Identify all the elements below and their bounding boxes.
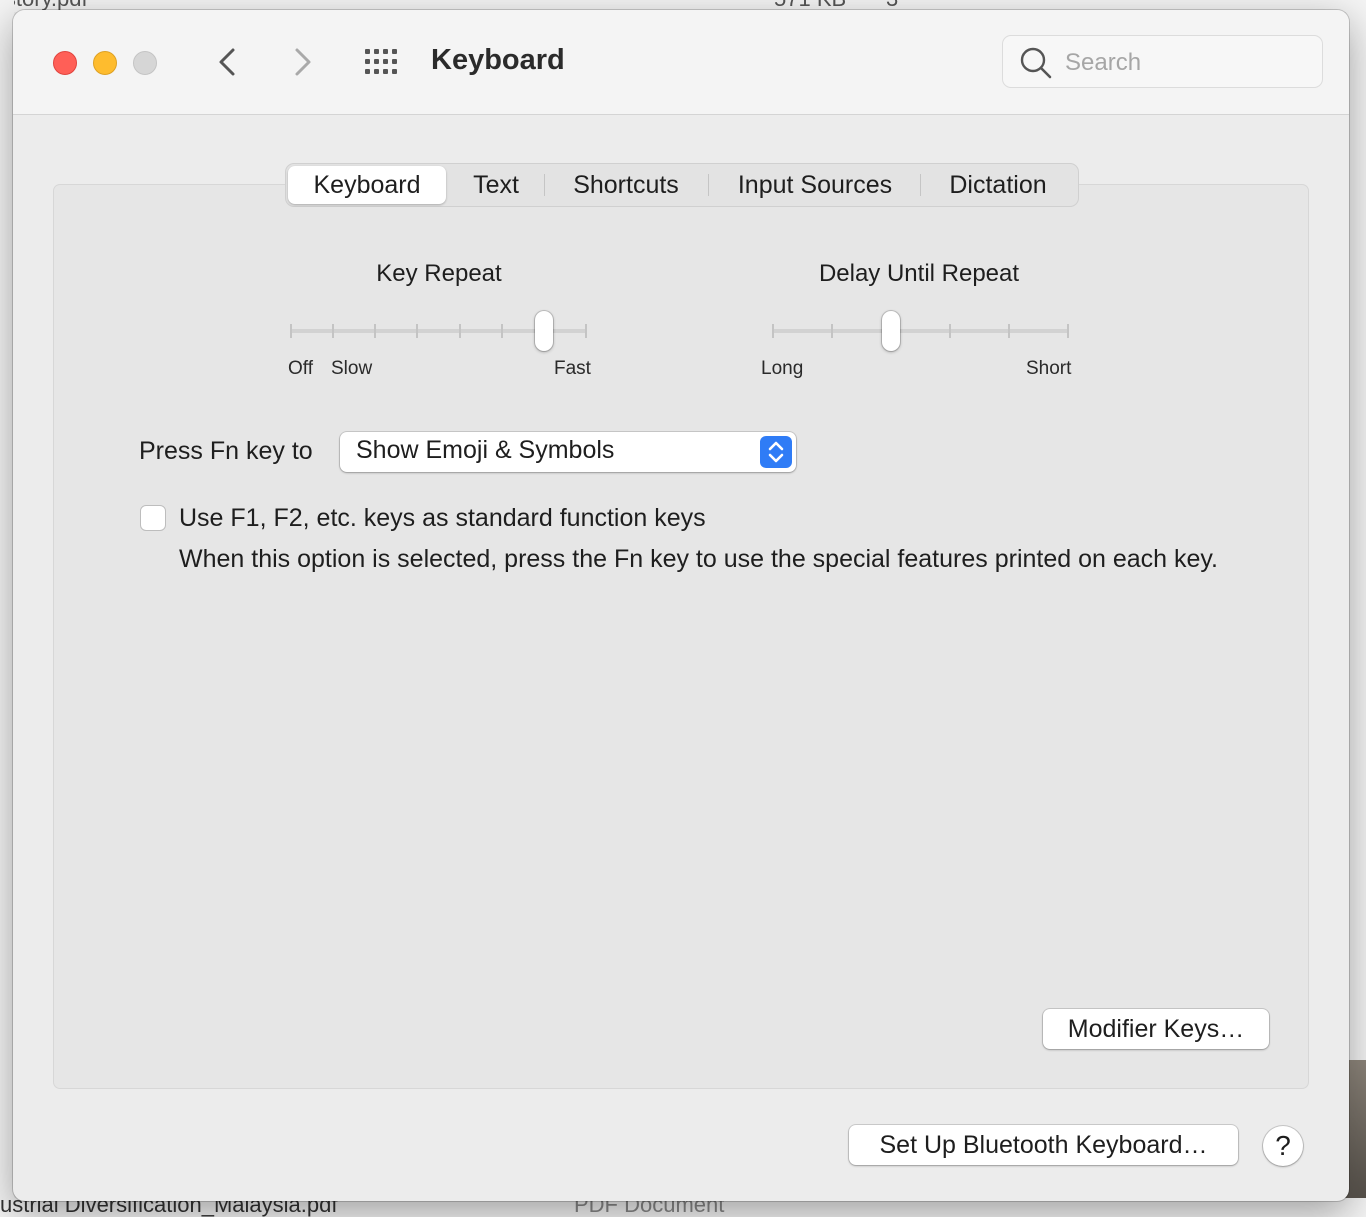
slider-knob[interactable] [882, 311, 900, 351]
close-button[interactable] [53, 51, 77, 75]
keyboard-settings-panel [53, 184, 1309, 1089]
delay-label-short: Short [1026, 358, 1072, 379]
slider-tick [1008, 324, 1010, 338]
search-icon [1020, 47, 1052, 79]
tab-separator [708, 174, 709, 196]
up-down-arrows-icon [760, 436, 792, 468]
delay-label-long: Long [761, 358, 804, 379]
key-repeat-title: Key Repeat [376, 260, 502, 287]
minimize-button[interactable] [93, 51, 117, 75]
delay-until-repeat-title: Delay Until Repeat [818, 260, 1020, 287]
zoom-button[interactable] [133, 51, 157, 75]
background-window-right [1346, 0, 1366, 1217]
key-repeat-label-slow: Slow [331, 358, 373, 379]
function-keys-label[interactable]: Use F1, F2, etc. keys as standard functi… [179, 504, 706, 533]
keyboard-preferences-window: Keyboard Keyboard Text Shortcuts Input S… [13, 10, 1349, 1201]
chevron-right-icon [295, 48, 311, 76]
key-repeat-label-off: Off [288, 358, 313, 379]
slider-tick [458, 324, 461, 338]
slider-tick [772, 324, 774, 338]
tab-text[interactable]: Text [448, 164, 544, 206]
bluetooth-keyboard-button[interactable]: Set Up Bluetooth Keyboard… [849, 1125, 1238, 1165]
fn-key-popup[interactable]: Show Emoji & Symbols [340, 432, 796, 472]
function-keys-checkbox[interactable] [140, 505, 166, 531]
slider-tick [332, 324, 335, 338]
slider-knob[interactable] [534, 311, 553, 351]
forward-button[interactable] [287, 44, 317, 80]
tab-shortcuts[interactable]: Shortcuts [546, 164, 706, 206]
fn-key-label: Press Fn key to [139, 437, 313, 465]
slider-tick [949, 324, 951, 338]
search-field[interactable] [1002, 35, 1323, 88]
fn-key-selected-option: Show Emoji & Symbols [356, 436, 615, 464]
show-all-button[interactable] [365, 49, 403, 75]
slider-tick [500, 324, 503, 338]
tab-separator [544, 174, 545, 196]
slider-tick [290, 324, 292, 338]
grid-icon [365, 49, 397, 74]
help-button[interactable]: ? [1263, 1126, 1303, 1166]
function-keys-description: When this option is selected, press the … [179, 545, 1219, 573]
slider-tick [374, 324, 377, 338]
preferences-tabs: Keyboard Text Shortcuts Input Sources Di… [285, 163, 1079, 207]
chevron-left-icon [219, 48, 235, 76]
slider-tick [831, 324, 833, 338]
tab-dictation[interactable]: Dictation [922, 164, 1074, 206]
slider-tick [1067, 324, 1069, 338]
back-button[interactable] [213, 44, 243, 80]
search-input[interactable] [1063, 44, 1307, 82]
slider-tick [416, 324, 419, 338]
key-repeat-label-fast: Fast [554, 358, 591, 379]
modifier-keys-button[interactable]: Modifier Keys… [1043, 1009, 1269, 1049]
toolbar: Keyboard [13, 10, 1349, 115]
window-title: Keyboard [431, 44, 565, 76]
tab-keyboard[interactable]: Keyboard [288, 166, 446, 204]
slider-tick [585, 324, 587, 338]
slider-track[interactable] [772, 329, 1069, 333]
tab-input-sources[interactable]: Input Sources [710, 164, 920, 206]
background-window-left [0, 0, 14, 1217]
tab-separator [920, 174, 921, 196]
